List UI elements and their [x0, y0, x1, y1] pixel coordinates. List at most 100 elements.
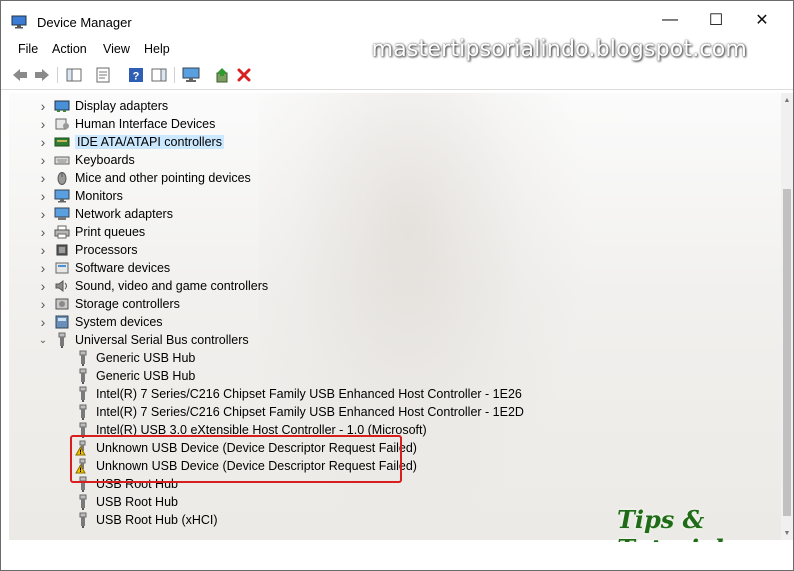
close-icon: ✕: [755, 12, 769, 29]
tree-category-label: IDE ATA/ATAPI controllers: [75, 135, 224, 149]
expand-chevron-icon[interactable]: ›: [38, 187, 48, 205]
expand-chevron-icon[interactable]: ›: [38, 223, 48, 241]
tree-device[interactable]: Intel(R) 7 Series/C216 Chipset Family US…: [75, 385, 522, 403]
mouse-icon: [54, 171, 70, 185]
expand-chevron-icon[interactable]: ›: [38, 241, 48, 259]
help-button[interactable]: ?: [127, 66, 145, 84]
tree-category[interactable]: System devices: [54, 313, 163, 331]
tree-device-label: Generic USB Hub: [96, 369, 196, 383]
tree-category-label: System devices: [75, 315, 163, 329]
scrollbar-thumb[interactable]: [783, 189, 791, 516]
menu-file[interactable]: File: [18, 42, 38, 56]
storage-controller-icon: [54, 297, 70, 311]
tree-category[interactable]: Universal Serial Bus controllers: [54, 331, 249, 349]
tree-category-label: Mice and other pointing devices: [75, 171, 251, 185]
tree-category-label: Keyboards: [75, 153, 135, 167]
tree-category[interactable]: Keyboards: [54, 151, 135, 169]
sound-icon: [54, 279, 70, 293]
tree-category[interactable]: Display adapters: [54, 97, 168, 115]
minimize-button[interactable]: —: [647, 1, 693, 39]
svg-text:?: ?: [133, 71, 140, 83]
menu-view[interactable]: View: [103, 42, 130, 56]
printer-icon: [54, 225, 70, 239]
tree-category-label: Print queues: [75, 225, 146, 239]
tree-device-label: USB Root Hub (xHCI): [96, 513, 218, 527]
tree-category-label: Universal Serial Bus controllers: [75, 333, 249, 347]
maximize-icon: ☐: [708, 12, 724, 29]
tree-category[interactable]: Sound, video and game controllers: [54, 277, 268, 295]
usb-device-icon: [75, 512, 91, 528]
expand-chevron-icon[interactable]: ›: [38, 151, 48, 169]
tree-category[interactable]: IDE ATA/ATAPI controllers: [54, 133, 224, 151]
usb-device-icon: [75, 386, 91, 402]
window-title: Device Manager: [37, 15, 132, 30]
network-adapter-icon: [54, 207, 70, 221]
vertical-scrollbar[interactable]: ▲ ▼: [781, 93, 793, 540]
back-icon: [13, 69, 27, 81]
collapse-chevron-icon[interactable]: ⌄: [38, 331, 48, 349]
tree-device[interactable]: Intel(R) 7 Series/C216 Chipset Family US…: [75, 403, 524, 421]
computer-icon: [182, 67, 200, 82]
system-device-icon: [54, 315, 70, 329]
expand-chevron-icon[interactable]: ›: [38, 97, 48, 115]
forward-button[interactable]: [33, 66, 51, 84]
tree-category[interactable]: Mice and other pointing devices: [54, 169, 251, 187]
expand-chevron-icon[interactable]: ›: [38, 169, 48, 187]
close-button[interactable]: ✕: [739, 1, 785, 39]
tree-device[interactable]: Generic USB Hub: [75, 367, 195, 385]
keyboard-icon: [54, 153, 70, 167]
expand-chevron-icon[interactable]: ›: [38, 277, 48, 295]
forward-icon: [35, 69, 49, 81]
usb-device-icon: [75, 350, 91, 366]
tree-device[interactable]: USB Root Hub (xHCI): [75, 511, 218, 529]
tree-category[interactable]: Print queues: [54, 223, 145, 241]
hid-icon: [54, 117, 70, 131]
tree-category[interactable]: Human Interface Devices: [54, 115, 215, 133]
usb-device-icon: [75, 404, 91, 420]
tree-device-label: Generic USB Hub: [96, 351, 196, 365]
tree-category-label: Sound, video and game controllers: [75, 279, 269, 293]
update-driver-button[interactable]: [213, 66, 231, 84]
update-driver-icon: [216, 68, 228, 83]
uninstall-icon: [237, 68, 251, 82]
menu-action[interactable]: Action: [52, 42, 87, 56]
maximize-button[interactable]: ☐: [693, 1, 739, 39]
device-manager-window: Device Manager — ☐ ✕ File Action View He…: [0, 0, 794, 571]
expand-chevron-icon[interactable]: ›: [38, 205, 48, 223]
toolbar-separator: [174, 67, 175, 83]
tree-category[interactable]: Processors: [54, 241, 138, 259]
tree-device[interactable]: USB Root Hub: [75, 493, 178, 511]
back-button[interactable]: [11, 66, 29, 84]
tree-category[interactable]: Software devices: [54, 259, 170, 277]
expand-chevron-icon[interactable]: ›: [38, 295, 48, 313]
show-hide-console-tree-button[interactable]: [65, 66, 83, 84]
tree-category-label: Storage controllers: [75, 297, 180, 311]
minimize-icon: —: [662, 11, 678, 28]
toolbar-separator: [57, 67, 58, 83]
processor-icon: [54, 243, 70, 257]
properties-icon: [96, 67, 110, 83]
device-manager-icon: [11, 15, 27, 29]
tree-device-label: Intel(R) 7 Series/C216 Chipset Family US…: [96, 405, 524, 419]
tree-category[interactable]: Monitors: [54, 187, 123, 205]
uninstall-button[interactable]: [235, 66, 253, 84]
show-hide-console-tree-icon: [66, 68, 82, 82]
properties-button[interactable]: [94, 66, 112, 84]
expand-chevron-icon[interactable]: ›: [38, 313, 48, 331]
expand-chevron-icon[interactable]: ›: [38, 115, 48, 133]
usb-device-icon: [75, 368, 91, 384]
scan-hardware-button[interactable]: [182, 66, 200, 84]
action-pane-button[interactable]: [150, 66, 168, 84]
highlight-box: [70, 435, 402, 483]
monitor-icon: [54, 189, 70, 203]
expand-chevron-icon[interactable]: ›: [38, 259, 48, 277]
scroll-up-icon[interactable]: ▲: [781, 93, 793, 107]
expand-chevron-icon[interactable]: ›: [38, 133, 48, 151]
software-device-icon: [54, 261, 70, 275]
tree-device-label: USB Root Hub: [96, 495, 178, 509]
tree-category[interactable]: Network adapters: [54, 205, 173, 223]
status-bar: [1, 542, 793, 570]
tree-category[interactable]: Storage controllers: [54, 295, 180, 313]
tree-device[interactable]: Generic USB Hub: [75, 349, 195, 367]
menu-help[interactable]: Help: [144, 42, 170, 56]
